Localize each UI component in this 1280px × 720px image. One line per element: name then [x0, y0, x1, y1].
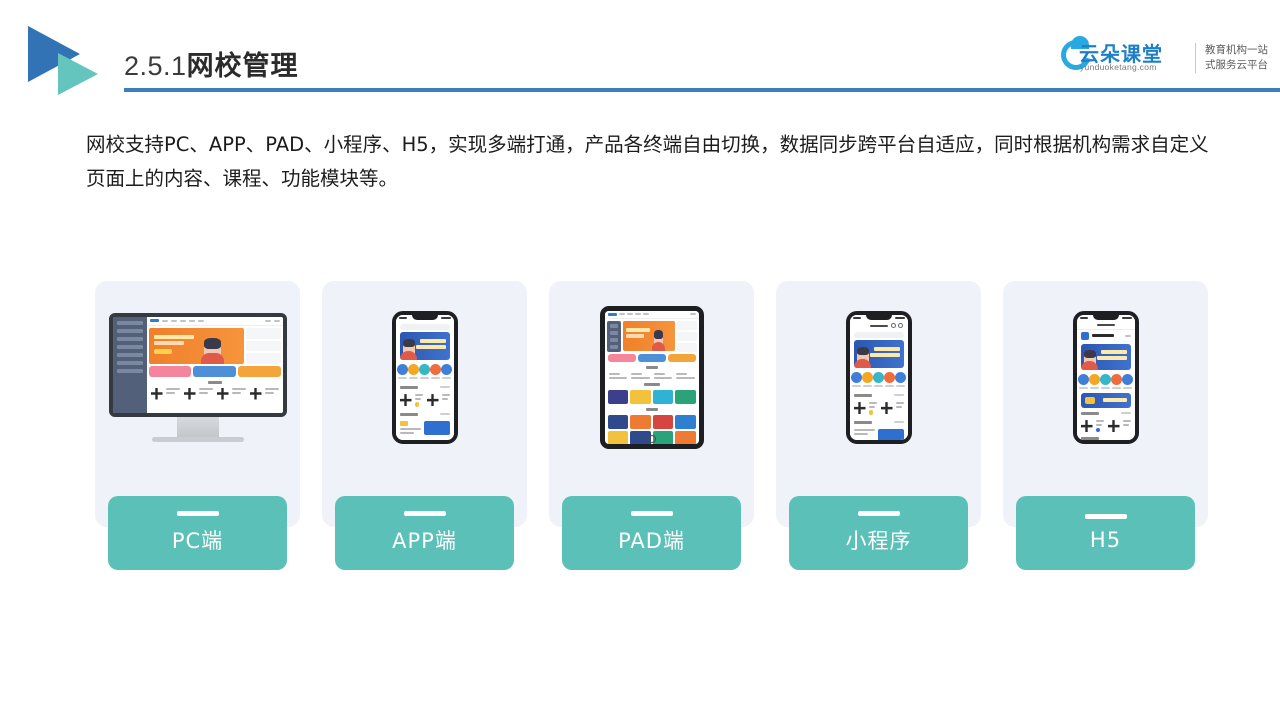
pill-accent-bar: [176, 511, 219, 516]
tablet-frame: [599, 305, 704, 449]
platform-label-text: PC端: [171, 529, 224, 553]
device-mockup-smartphone-miniprogram: [776, 281, 981, 473]
device-mockup-desktop-monitor: [95, 281, 300, 473]
platform-label-button-h5[interactable]: H5: [1016, 496, 1195, 570]
monitor-screen: [108, 312, 287, 417]
double-triangle-play-icon: [28, 26, 124, 100]
mock-navbar: [146, 316, 283, 326]
device-mockup-smartphone-app: [322, 281, 527, 473]
mock-hero-banner: [1080, 343, 1131, 370]
platform-label-button-app[interactable]: APP端: [335, 496, 514, 570]
platform-card-list: PC端 APP端 PAD端 小程序 H5: [95, 281, 1208, 570]
platform-card-app[interactable]: APP端: [322, 281, 527, 570]
page-title: 2.5.1网校管理: [124, 44, 299, 83]
page-title-text: 网校管理: [186, 51, 299, 81]
brand-tagline-line1: 教育机构一站: [1205, 43, 1268, 56]
mock-hero-banner: [148, 327, 245, 364]
pill-accent-bar: [630, 511, 673, 516]
header-divider: [124, 88, 1280, 92]
monitor-stand-base: [151, 436, 244, 442]
mock-search-bar: [399, 323, 450, 330]
mock-hero-banner: [622, 321, 675, 352]
pill-accent-bar: [1084, 514, 1127, 519]
platform-card-pc[interactable]: PC端: [95, 281, 300, 570]
monitor-frame: [108, 312, 287, 442]
pill-accent-bar: [403, 511, 446, 516]
phone-notch: [865, 314, 892, 320]
triangle-teal-shape: [58, 53, 98, 95]
phone-notch: [1092, 314, 1119, 320]
mock-promo-banner: [1080, 393, 1131, 409]
phone-frame: [1072, 310, 1139, 444]
brand-divider: [1195, 43, 1196, 73]
mock-navbar: [604, 310, 699, 320]
slide-root: 2.5.1网校管理 云朵课堂 yunduoketang.com 教育机构一站 式…: [0, 0, 1280, 720]
brand-logo-left: 云朵课堂 yunduoketang.com: [1055, 34, 1186, 80]
platform-label-button-miniprogram[interactable]: 小程序: [789, 496, 968, 570]
monitor-stand-neck: [176, 416, 219, 437]
phone-frame: [845, 310, 912, 444]
mock-hero-banner: [853, 339, 904, 368]
platform-card-pad[interactable]: PAD端: [549, 281, 754, 570]
mock-course-grid: [605, 388, 699, 406]
platform-label-text: 小程序: [845, 529, 912, 553]
platform-label-button-pad[interactable]: PAD端: [562, 496, 741, 570]
brand-tagline: 教育机构一站 式服务云平台: [1205, 43, 1268, 73]
mock-hero-banner: [399, 331, 450, 360]
platform-card-miniprogram[interactable]: 小程序: [776, 281, 981, 570]
platform-card-h5[interactable]: H5: [1003, 281, 1208, 570]
body-paragraph: 网校支持PC、APP、PAD、小程序、H5，实现多端打通，产品各终端自由切换，数…: [86, 133, 1209, 190]
pill-accent-bar: [857, 511, 900, 516]
mock-search-bar: [853, 331, 904, 338]
mock-sidebar: [112, 316, 147, 413]
phone-frame: [391, 310, 458, 444]
tablet-home-button[interactable]: [647, 434, 656, 443]
platform-label-button-pc[interactable]: PC端: [108, 496, 287, 570]
brand-tagline-line2: 式服务云平台: [1205, 59, 1268, 71]
brand-url: yunduoketang.com: [1080, 62, 1157, 72]
phone-notch: [411, 314, 438, 320]
page-title-number: 2.5.1: [124, 51, 187, 81]
platform-label-text: APP端: [392, 529, 457, 553]
device-mockup-tablet: [549, 281, 754, 473]
platform-label-text: H5: [1089, 528, 1122, 552]
device-mockup-smartphone-h5: [1003, 281, 1208, 473]
platform-label-text: PAD端: [618, 529, 685, 553]
brand-logo: 云朵课堂 yunduoketang.com 教育机构一站 式服务云平台: [1055, 34, 1268, 80]
